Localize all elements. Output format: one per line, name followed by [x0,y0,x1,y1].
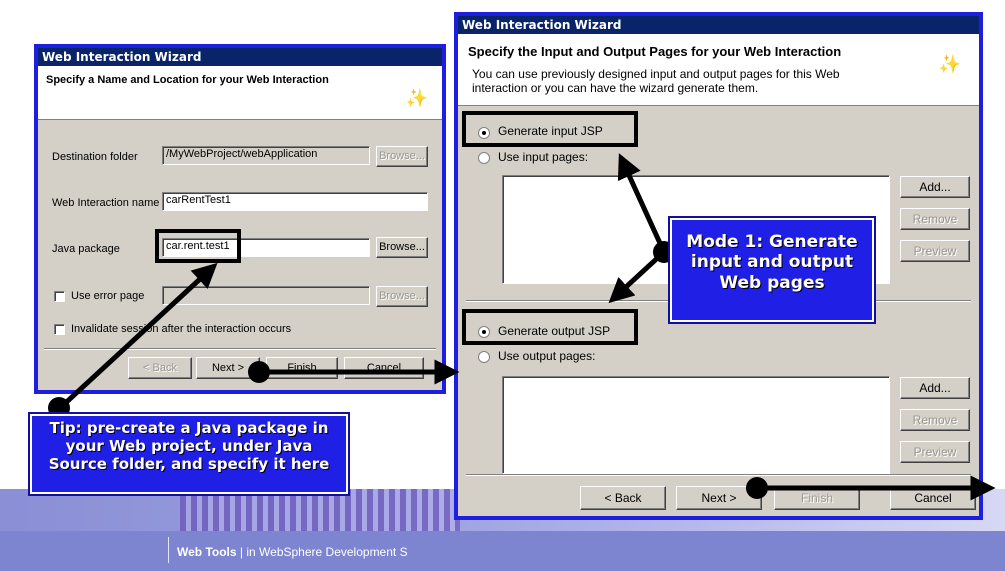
use-input-radio[interactable] [478,152,490,164]
finish-button[interactable]: Finish [266,357,338,379]
wizard-wand-icon: ✨ [938,54,961,74]
footer-pipe: | [239,545,244,559]
footer-separator [168,537,169,563]
footer-decoration [180,489,460,531]
invalidate-session-label: Invalidate session after the interaction… [71,323,292,335]
footer-text: Web Tools | in WebSphere Development S [177,545,408,559]
cancel-button[interactable]: Cancel [344,357,424,379]
error-page-field [162,286,370,305]
button-separator [466,474,971,476]
output-pages-list[interactable] [502,376,890,474]
web-interaction-name-label: Web Interaction name [52,197,160,209]
add-output-button[interactable]: Add... [900,377,970,399]
wizard-heading: Specify the Input and Output Pages for y… [468,44,842,59]
destination-label: Destination folder [52,151,138,163]
remove-output-button[interactable]: Remove [900,409,970,431]
footer-subtitle: in WebSphere Development S [246,545,408,559]
java-package-highlight [155,229,241,263]
use-error-page-checkbox[interactable] [54,291,65,302]
destination-field: /MyWebProject/webApplication [162,146,370,165]
destination-browse-button[interactable]: Browse... [376,146,428,167]
footer-brand: Web Tools [177,545,237,559]
arrow-origin-dot [248,361,270,383]
tip-callout: Tip: pre-create a Java package in your W… [28,412,350,496]
back-button[interactable]: < Back [580,486,666,510]
use-output-radio[interactable] [478,351,490,363]
wizard-wand-icon: ✨ [405,88,428,108]
web-interaction-name-input[interactable]: carRentTest1 [162,192,428,211]
use-output-label: Use output pages: [498,349,596,363]
wizard-name-location-window: Web Interaction Wizard Specify a Name an… [34,44,446,394]
finish-button[interactable]: Finish [774,486,860,510]
generate-output-highlight [462,309,638,345]
error-page-browse-button[interactable]: Browse... [376,286,428,307]
preview-input-button[interactable]: Preview [900,240,970,262]
use-input-label: Use input pages: [498,150,589,164]
preview-output-button[interactable]: Preview [900,441,970,463]
button-separator [44,348,436,350]
wizard-description: You can use previously designed input an… [472,67,840,95]
arrow-origin-dot [746,477,768,499]
footer-bar [0,531,1005,571]
add-input-button[interactable]: Add... [900,176,970,198]
use-error-page-label: Use error page [71,290,145,302]
wizard-heading: Specify a Name and Location for your Web… [46,74,329,86]
cancel-button[interactable]: Cancel [890,486,976,510]
window-title: Web Interaction Wizard [38,48,442,66]
window-title: Web Interaction Wizard [458,16,979,34]
back-button[interactable]: < Back [128,357,192,379]
wizard-header: Specify a Name and Location for your Web… [38,66,442,120]
invalidate-session-checkbox[interactable] [54,324,65,335]
remove-input-button[interactable]: Remove [900,208,970,230]
java-package-browse-button[interactable]: Browse... [376,237,428,258]
java-package-label: Java package [52,243,120,255]
mode-callout: Mode 1: Generate input and output Web pa… [668,216,876,324]
generate-input-highlight [462,111,638,147]
wizard-header: Specify the Input and Output Pages for y… [458,34,979,106]
